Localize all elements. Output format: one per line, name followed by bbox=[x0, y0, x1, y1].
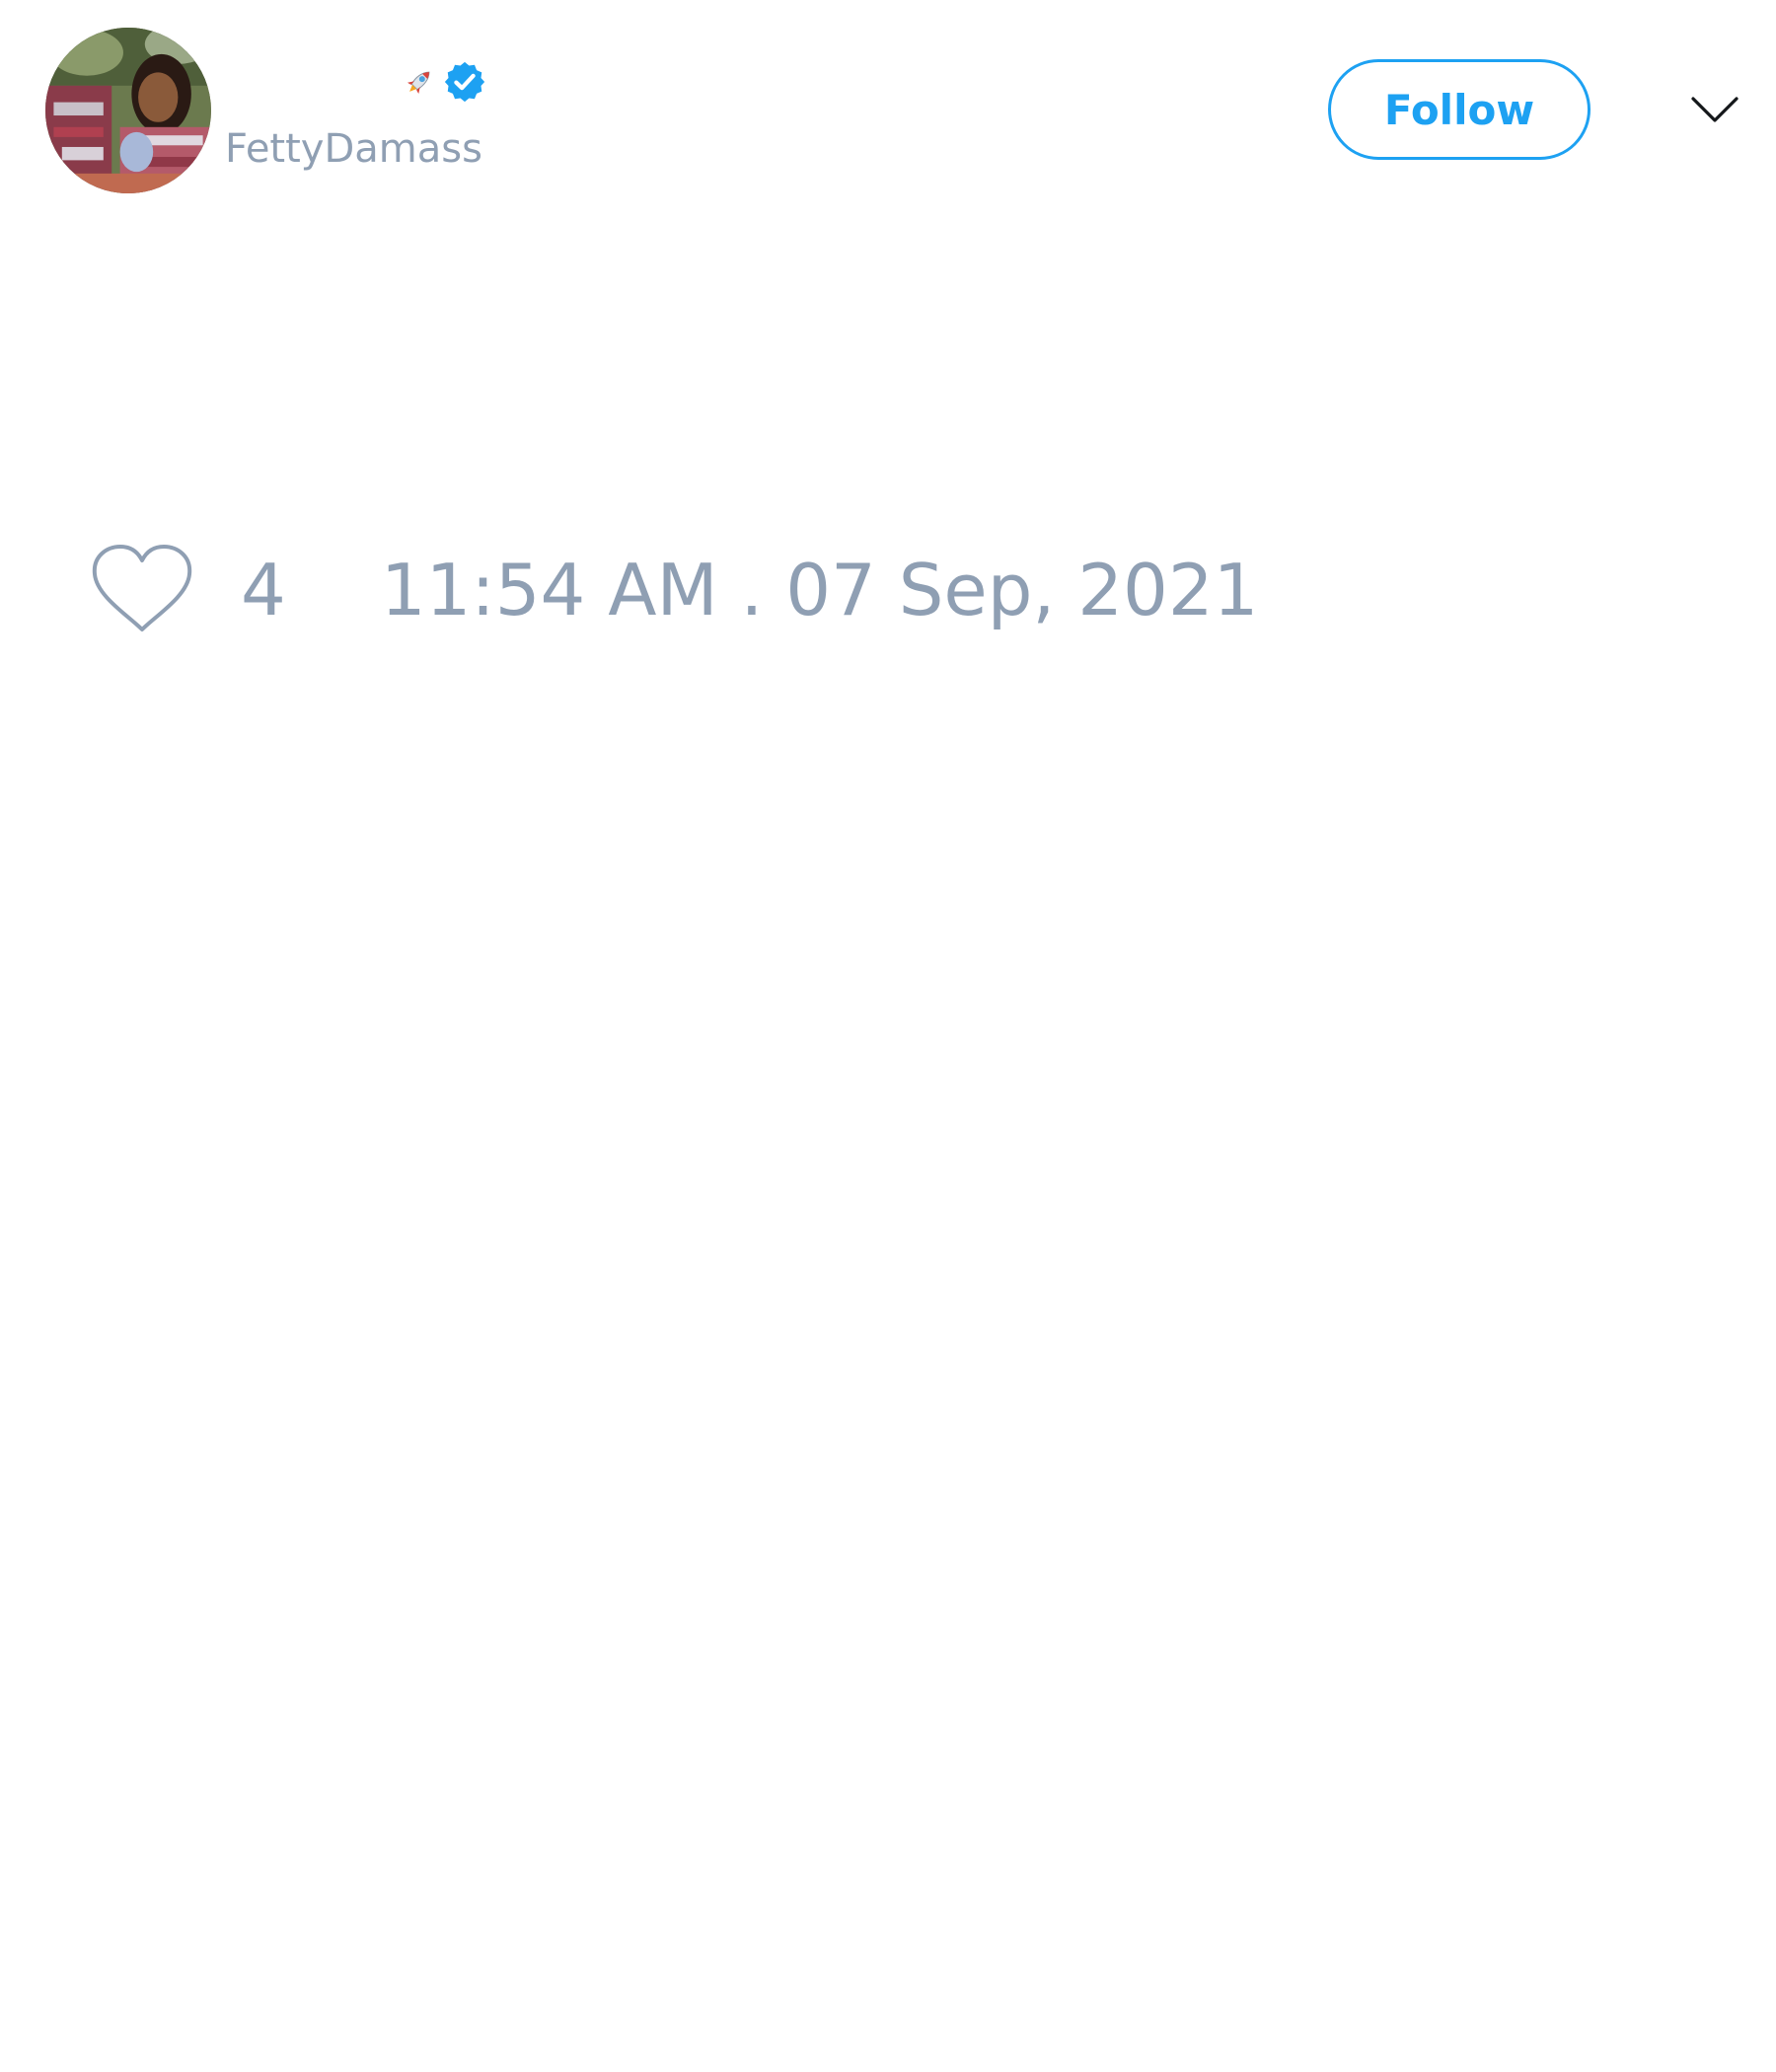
like-count: 4 bbox=[241, 549, 286, 631]
rocket-icon bbox=[403, 65, 436, 99]
author-handle[interactable]: FettyDamass bbox=[225, 126, 482, 172]
chevron-down-icon[interactable] bbox=[1689, 89, 1740, 128]
profile-photo bbox=[45, 28, 211, 193]
tweet-card: FettyDamass Follow 4 11:54 AM . 07 Sep, … bbox=[0, 0, 1776, 2072]
verified-badge-icon bbox=[442, 59, 487, 105]
follow-button[interactable]: Follow bbox=[1328, 59, 1591, 160]
heart-icon[interactable] bbox=[89, 543, 195, 637]
tweet-timestamp[interactable]: 11:54 AM . 07 Sep, 2021 bbox=[381, 549, 1259, 631]
tweet-footer: 4 11:54 AM . 07 Sep, 2021 bbox=[89, 541, 1258, 639]
author-name-row[interactable] bbox=[229, 57, 487, 107]
avatar[interactable] bbox=[45, 28, 211, 193]
